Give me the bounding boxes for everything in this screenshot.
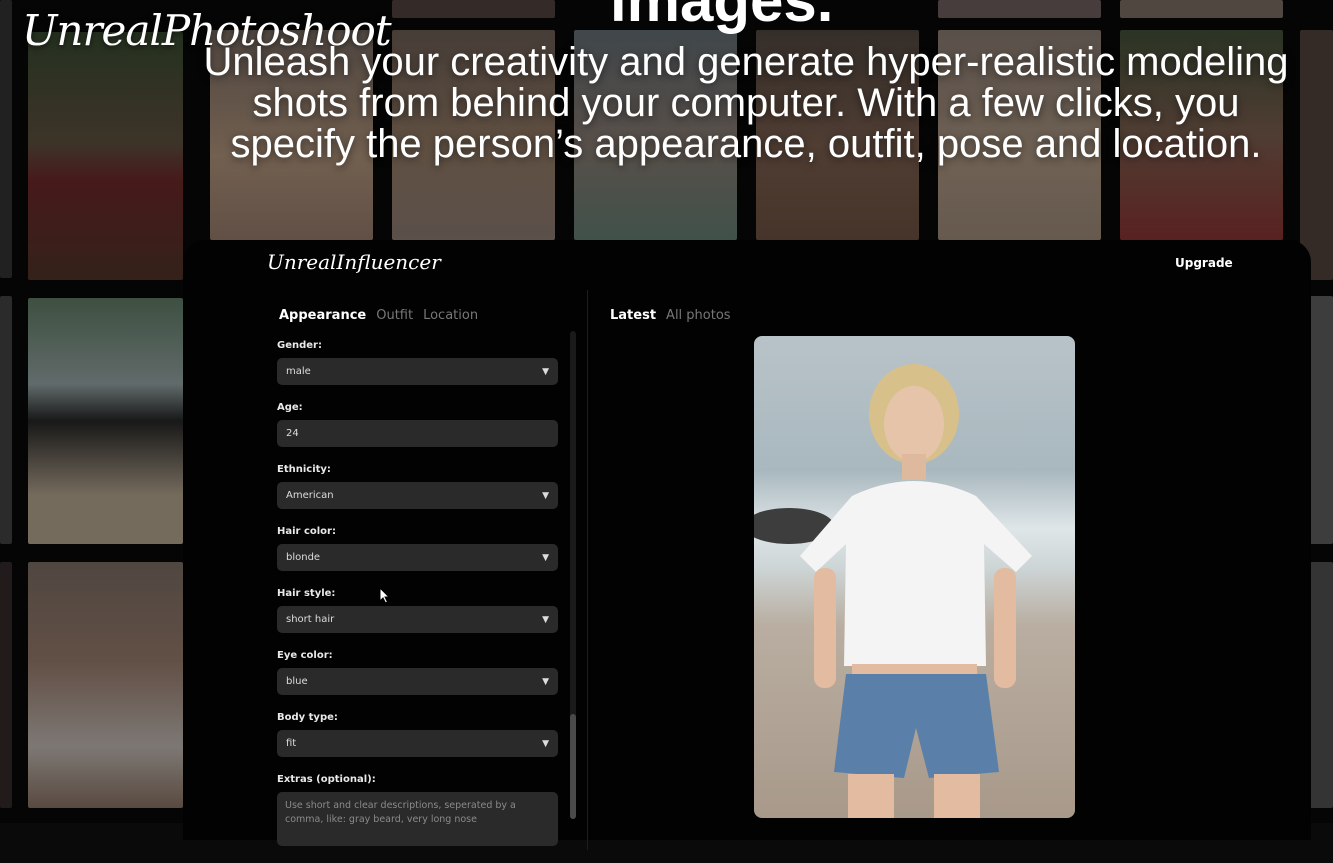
hair-color-value: blonde [286,552,321,563]
gender-select[interactable]: male ▼ [277,358,558,385]
app-logo[interactable]: UnrealInfluencer [267,250,441,274]
panel-divider [587,290,588,850]
hair-style-select[interactable]: short hair ▼ [277,606,558,633]
hair-style-label: Hair style: [277,588,336,599]
hair-color-select[interactable]: blonde ▼ [277,544,558,571]
app-window: UnrealInfluencer Upgrade Appearance Outf… [183,240,1311,850]
chevron-down-icon: ▼ [542,614,549,625]
ethnicity-label: Ethnicity: [277,464,331,475]
tab-outfit[interactable]: Outfit [376,308,413,323]
hero-text: Unleash your creativity and generate hyp… [203,40,1289,166]
mouse-cursor-icon [379,587,391,604]
eye-color-label: Eye color: [277,650,333,661]
hair-color-field: Hair color: blonde ▼ [277,526,558,571]
upgrade-button[interactable]: Upgrade [1175,256,1233,270]
hair-color-label: Hair color: [277,526,336,537]
hair-style-field: Hair style: short hair ▼ [277,588,558,633]
body-type-select[interactable]: fit ▼ [277,730,558,757]
form-scrollbar[interactable] [570,331,576,819]
chevron-down-icon: ▼ [542,676,549,687]
extras-textarea[interactable]: Use short and clear descriptions, sepera… [277,792,558,846]
extras-label: Extras (optional): [277,774,376,785]
ethnicity-select[interactable]: American ▼ [277,482,558,509]
tab-all-photos[interactable]: All photos [666,308,731,323]
hair-style-value: short hair [286,614,335,625]
ethnicity-value: American [286,490,334,501]
tab-appearance[interactable]: Appearance [279,308,366,323]
gender-value: male [286,366,311,377]
gender-field: Gender: male ▼ [277,340,558,385]
tab-latest[interactable]: Latest [610,308,656,323]
eye-color-value: blue [286,676,308,687]
age-label: Age: [277,402,303,413]
generated-photo[interactable] [754,336,1075,818]
age-field: Age: 24 [277,402,558,447]
gallery-tabs: Latest All photos [610,308,731,323]
chevron-down-icon: ▼ [542,738,549,749]
age-input[interactable]: 24 [277,420,558,447]
eye-color-select[interactable]: blue ▼ [277,668,558,695]
scrollbar-thumb[interactable] [570,714,576,819]
body-type-field: Body type: fit ▼ [277,712,558,757]
extras-field: Extras (optional): Use short and clear d… [277,774,558,846]
age-value: 24 [286,428,299,439]
chevron-down-icon: ▼ [542,490,549,501]
settings-tabs: Appearance Outfit Location [279,308,478,323]
gender-label: Gender: [277,340,322,351]
headline-fragment: images. [610,0,834,34]
chevron-down-icon: ▼ [542,552,549,563]
eye-color-field: Eye color: blue ▼ [277,650,558,695]
body-type-label: Body type: [277,712,338,723]
body-type-value: fit [286,738,297,749]
chevron-down-icon: ▼ [542,366,549,377]
ethnicity-field: Ethnicity: American ▼ [277,464,558,509]
tab-location[interactable]: Location [423,308,478,323]
generated-photo-illustration [754,364,1032,818]
appearance-form: Gender: male ▼ Age: 24 Ethnicity: Americ… [277,340,558,863]
